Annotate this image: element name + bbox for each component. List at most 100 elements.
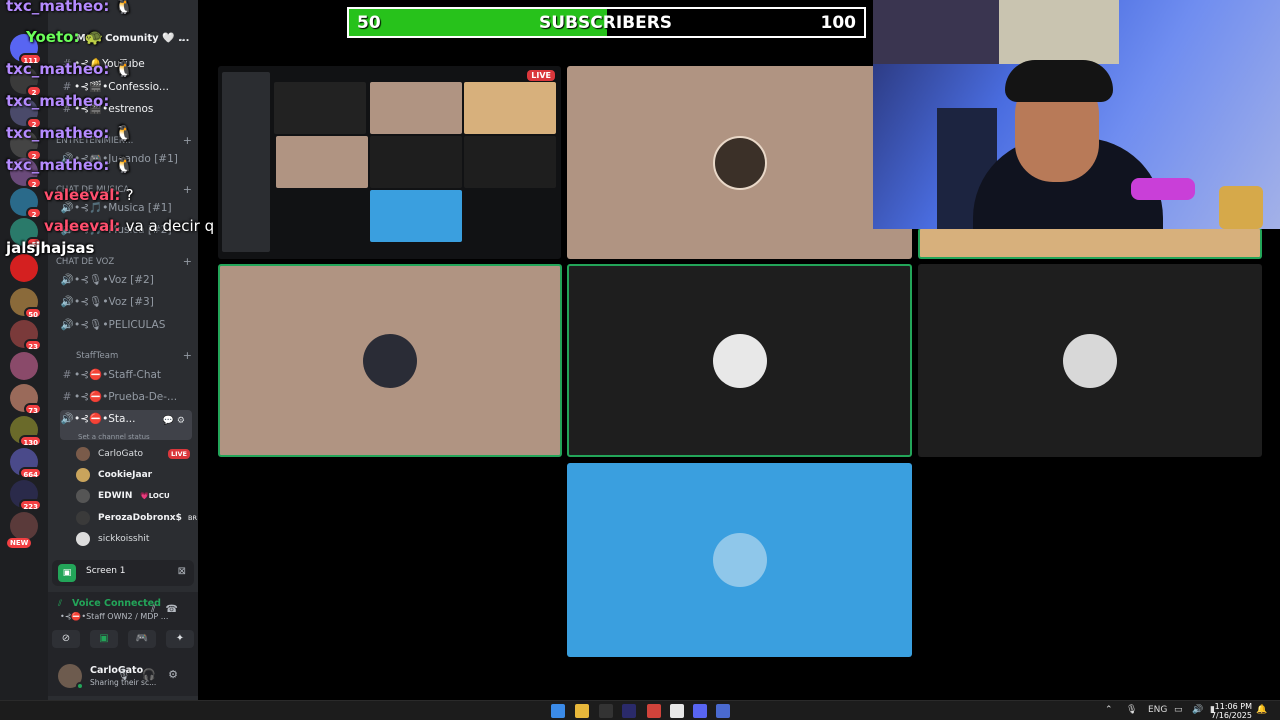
soundboard-button[interactable]: ✦ (166, 630, 194, 648)
microphone-icon[interactable]: 🎙 (1126, 705, 1137, 715)
voice-user[interactable]: CarloGato LIVE (76, 444, 194, 464)
user-controls[interactable]: 🎙🎧⚙ (116, 668, 190, 681)
participant-tile[interactable] (918, 228, 1262, 259)
taskbar-clock[interactable]: 11:06 PM 7/16/2025 (1211, 702, 1252, 720)
file-explorer-icon[interactable] (575, 704, 589, 718)
server-icon[interactable]: 2 (10, 66, 42, 97)
share-screen-button[interactable]: ▣ (90, 630, 118, 648)
server-header[interactable]: MDP Comunity 🤍 ... ⌄ (48, 28, 198, 50)
volume-icon[interactable]: 🔊 (1192, 705, 1203, 715)
app-icon[interactable] (647, 704, 661, 718)
channel-peliculas[interactable]: 🔊•⊰🎙•PELICULAS (60, 316, 192, 334)
subscriber-label: SUBSCRIBERS (539, 13, 673, 33)
server-icon[interactable]: NEW (7, 512, 38, 548)
channel-tools[interactable]: 💬⚙ (163, 412, 188, 430)
category-staffteam[interactable]: StaffTeam + (56, 349, 192, 362)
voice-panel: ⫽ Voice Connected •⊰⛔•Staff OWN2 / MDP .… (48, 592, 198, 656)
activity-button[interactable]: 🎮 (128, 630, 156, 648)
channel-label: •⊰🎮•Jugando [#1] (74, 153, 178, 165)
voice-user[interactable]: EDWIN 💗LOCU (76, 486, 194, 506)
screen-share-box[interactable]: ▣ Screen 1 ⊠ (52, 560, 194, 586)
channel-confessions[interactable]: # •⊰🎬•Confessio... (60, 78, 192, 96)
participant-tile[interactable] (218, 264, 562, 457)
server-icon[interactable]: 2 (10, 158, 42, 189)
stop-share-icon[interactable]: ⊠ (178, 566, 186, 577)
windows-start-icon[interactable] (551, 704, 565, 718)
avatar (712, 333, 767, 388)
channel-voz-3[interactable]: 🔊•⊰🎙•Voz [#3] (60, 293, 192, 311)
channel-staff-active[interactable]: 🔊•⊰⛔•Sta... 💬⚙ Set a channel status (60, 410, 192, 440)
server-icon[interactable]: 111 (10, 34, 42, 65)
voice-user[interactable]: PerozaDobronx$ BR (76, 508, 197, 528)
server-icon[interactable]: 23 (10, 320, 42, 351)
server-icon[interactable]: 73 (10, 384, 42, 415)
server-icon[interactable]: 664 (10, 448, 42, 479)
channel-label: •⊰⛔•Sta... (74, 413, 136, 425)
voice-user[interactable]: CookieJaar (76, 465, 194, 485)
voice-connected-title[interactable]: Voice Connected (72, 598, 161, 609)
server-icon[interactable] (10, 254, 38, 282)
server-icon[interactable] (10, 352, 38, 380)
category-label: ENTRETENIMIEN... (56, 136, 134, 146)
network-icon[interactable]: ▭ (1174, 705, 1183, 715)
channel-sidebar: MDP Comunity 🤍 ... ⌄ # •⊰🔔YouTube # •⊰🎬•Co… (48, 0, 198, 700)
hash-icon: # (62, 391, 72, 403)
avatar (76, 489, 90, 503)
server-icon[interactable]: 5 (10, 218, 42, 249)
channel-status-hint[interactable]: Set a channel status (78, 428, 150, 440)
notification-icon[interactable]: 🔔 (1256, 705, 1267, 715)
avatar (363, 333, 417, 388)
add-channel-icon[interactable]: + (183, 349, 192, 362)
channel-youtube[interactable]: # •⊰🔔YouTube (60, 55, 192, 73)
live-badge: LIVE (527, 70, 555, 81)
chrome-icon[interactable] (670, 704, 684, 718)
camera-off-button[interactable]: ⊘ (52, 630, 80, 648)
category-voz[interactable]: CHAT DE VOZ + (56, 255, 192, 268)
channel-musica-2[interactable]: 🔊•⊰🎵•Musica [#2] (60, 221, 192, 239)
add-channel-icon[interactable]: + (183, 183, 192, 196)
app-icon[interactable] (599, 704, 613, 718)
server-icon[interactable]: 2 (10, 130, 42, 161)
new-badge: NEW (7, 538, 32, 548)
participant-tile[interactable] (567, 264, 912, 457)
channel-musica-1[interactable]: 🔊•⊰🎵•Musica [#1] (60, 199, 192, 217)
channel-voz-2[interactable]: 🔊•⊰🎙•Voz [#2] (60, 271, 192, 289)
screen-share-tile[interactable]: LIVE (218, 66, 561, 259)
channel-label: •⊰🎙•Voz [#3] (74, 296, 154, 308)
unread-badge: 664 (19, 467, 42, 479)
server-icon[interactable]: 50 (10, 288, 42, 319)
server-icon[interactable]: 2 (10, 98, 42, 129)
discord-icon[interactable] (693, 704, 707, 718)
add-channel-icon[interactable]: + (183, 255, 192, 268)
voice-user-name: PerozaDobronx$ (98, 513, 182, 523)
channel-estrenos[interactable]: # •⊰🎬•estrenos (60, 100, 192, 118)
channel-label: •⊰🔔YouTube (74, 58, 145, 70)
premiere-icon[interactable] (622, 704, 636, 718)
channel-staff-chat[interactable]: # •⊰⛔•Staff-Chat (60, 366, 192, 384)
nested-sidebar (222, 72, 270, 252)
channel-prueba[interactable]: # •⊰⛔•Prueba-De-... (60, 388, 192, 406)
voice-user[interactable]: sickkoisshit (76, 529, 194, 549)
server-icon[interactable]: 130 (10, 416, 42, 447)
category-entretenimiento[interactable]: ENTRETENIMIEN... + (56, 134, 192, 147)
voice-user-name: EDWIN (98, 491, 133, 501)
unread-badge: 223 (19, 499, 42, 511)
participant-tile[interactable] (567, 463, 912, 657)
category-musica[interactable]: CHAT DE MUSICA + (56, 183, 192, 196)
language-indicator[interactable]: ENG (1148, 705, 1167, 715)
speaker-icon: 🔊 (60, 153, 74, 165)
participant-tile[interactable] (567, 66, 912, 259)
unread-badge: 23 (24, 339, 42, 351)
server-icon[interactable]: 223 (10, 480, 42, 511)
server-icon[interactable]: 2 (10, 188, 42, 219)
nested-tile (370, 82, 462, 134)
participant-tile[interactable] (918, 264, 1262, 457)
speaker-icon: 🔊 (60, 319, 74, 331)
channel-jugando[interactable]: 🔊•⊰🎮•Jugando [#1] (60, 150, 192, 168)
add-channel-icon[interactable]: + (183, 134, 192, 147)
voice-controls[interactable]: ⫽☎ (151, 604, 188, 615)
app-icon[interactable] (716, 704, 730, 718)
unread-badge: 5 (26, 237, 42, 249)
clock-date: 7/16/2025 (1210, 711, 1252, 720)
chevron-up-icon[interactable]: ⌃ (1105, 705, 1113, 715)
